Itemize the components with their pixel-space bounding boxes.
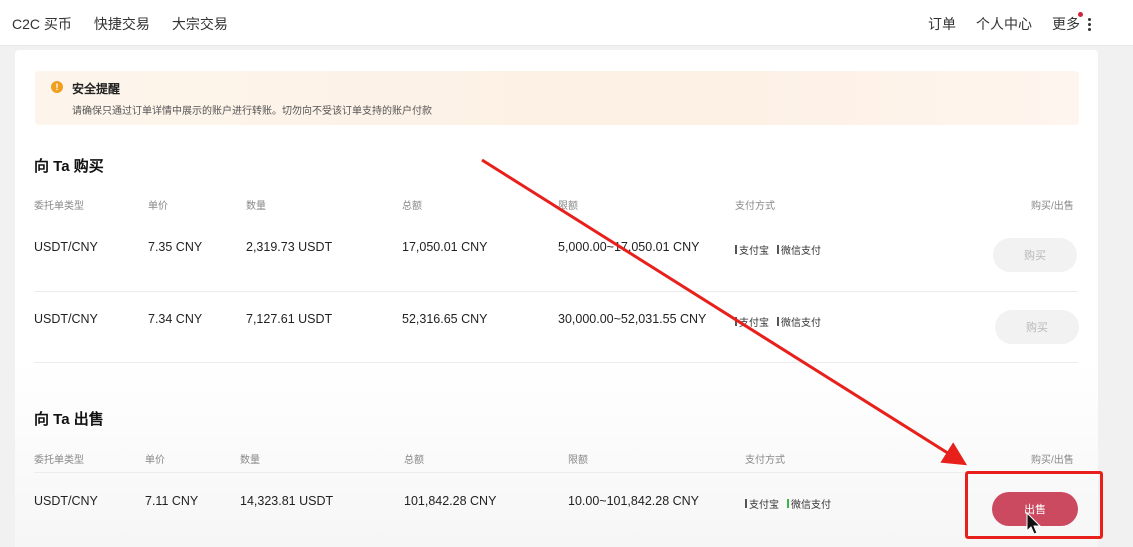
alipay-tag: 支付宝 [745,496,779,511]
sell-row1-amount: 14,323.81 USDT [240,494,334,508]
kebab-menu-icon [1088,17,1091,31]
nav-left-group: C2C 买币 快捷交易 大宗交易 [12,14,228,34]
wechat-bar-icon [777,317,779,326]
sell-header-payment: 支付方式 [745,455,785,466]
buy-section-title: 向 Ta 购买 [34,158,104,175]
alipay-label: 支付宝 [739,246,769,257]
buy-row2-payment: 支付宝 微信支付 [735,314,821,329]
alert-text: 请确保只通过订单详情中展示的账户进行转账。切勿向不受该订单支持的账户付款 [72,106,432,117]
wechat-tag: 微信支付 [777,242,821,257]
wechat-label: 微信支付 [781,318,821,329]
nav-c2c-buy[interactable]: C2C 买币 [12,14,72,34]
alipay-bar-icon [745,499,747,508]
mouse-cursor-icon [1026,512,1042,535]
wechat-tag: 微信支付 [777,314,821,329]
sell-row1-payment: 支付宝 微信支付 [745,496,831,511]
wechat-bar-icon [777,245,779,254]
alert-title: 安全提醒 [72,82,121,96]
buy-row1-amount: 2,319.73 USDT [246,240,333,254]
buy-header-limit: 限额 [558,201,578,212]
wechat-tag: 微信支付 [787,496,831,511]
nav-quick-trade[interactable]: 快捷交易 [94,14,150,34]
buy-row1-payment: 支付宝 微信支付 [735,242,821,257]
alipay-bar-icon [735,317,737,326]
sell-row1-price: 7.11 CNY [145,494,199,508]
sell-header-price: 单价 [145,455,165,466]
buy-header-price: 单价 [148,201,168,212]
buy-row2-amount: 7,127.61 USDT [246,312,333,326]
row-divider [34,472,1078,473]
top-nav-bar: C2C 买币 快捷交易 大宗交易 订单 个人中心 更多 [0,0,1133,46]
alipay-label: 支付宝 [739,318,769,329]
wechat-label: 微信支付 [781,246,821,257]
sell-row1-pair: USDT/CNY [34,494,98,508]
buy-button-row2[interactable]: 购买 [995,310,1079,344]
buy-row2-pair: USDT/CNY [34,312,98,326]
row-divider [34,362,1078,363]
alipay-label: 支付宝 [749,500,779,511]
sell-header-total: 总额 [404,455,424,466]
buy-row1-total: 17,050.01 CNY [402,240,488,254]
alipay-tag: 支付宝 [735,314,769,329]
nav-right-group: 订单 个人中心 更多 [928,12,1091,34]
buy-button-row1[interactable]: 购买 [993,238,1077,272]
nav-more[interactable]: 更多 [1052,12,1091,34]
sell-section-title: 向 Ta 出售 [34,411,104,428]
wechat-label: 微信支付 [791,500,831,511]
buy-header-total: 总额 [402,201,422,212]
buy-header-amount: 数量 [246,201,266,212]
buy-header-action: 购买/出售 [1031,201,1074,212]
row-divider [34,291,1078,292]
buy-row1-price: 7.35 CNY [148,240,203,254]
nav-orders[interactable]: 订单 [928,14,956,34]
alipay-tag: 支付宝 [735,242,769,257]
security-alert: ! 安全提醒 请确保只通过订单详情中展示的账户进行转账。切勿向不受该订单支持的账… [35,71,1079,125]
sell-header-limit: 限额 [568,455,588,466]
buy-row1-pair: USDT/CNY [34,240,98,254]
sell-row1-total: 101,842.28 CNY [404,494,497,508]
notification-dot-icon [1078,12,1083,17]
card-shade [15,360,1098,547]
alipay-bar-icon [735,245,737,254]
buy-header-payment: 支付方式 [735,201,775,212]
buy-row1-limit: 5,000.00~17,050.01 CNY [558,240,700,254]
nav-profile[interactable]: 个人中心 [976,14,1032,34]
nav-more-label: 更多 [1052,16,1080,32]
buy-row2-total: 52,316.65 CNY [402,312,488,326]
buy-row2-limit: 30,000.00~52,031.55 CNY [558,312,707,326]
wechat-bar-icon [787,499,789,508]
exclamation-icon: ! [51,81,63,93]
buy-header-type: 委托单类型 [34,201,84,212]
nav-block-trade[interactable]: 大宗交易 [172,14,228,34]
sell-header-type: 委托单类型 [34,455,84,466]
sell-header-amount: 数量 [240,455,260,466]
sell-header-action: 购买/出售 [1031,455,1074,466]
buy-row2-price: 7.34 CNY [148,312,203,326]
sell-row1-limit: 10.00~101,842.28 CNY [568,494,700,508]
